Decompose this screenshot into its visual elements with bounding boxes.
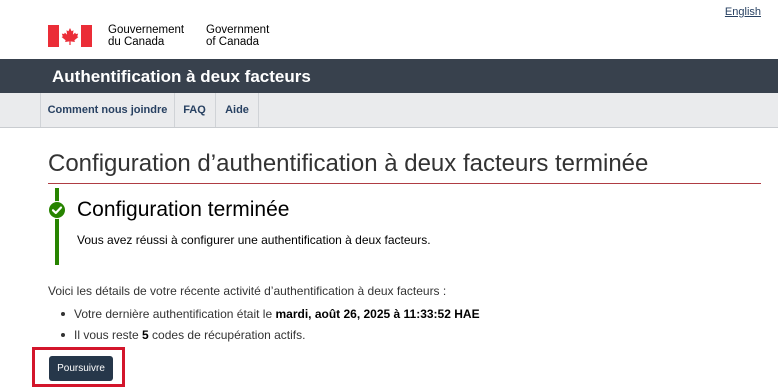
success-alert-bar xyxy=(55,188,59,265)
codes-suffix: codes de récupération actifs. xyxy=(148,328,306,342)
activity-details-list: Votre dernière authentification était le… xyxy=(48,304,480,346)
signature-en-line2: of Canada xyxy=(206,36,260,48)
page-title: Configuration d’authentification à deux … xyxy=(48,150,649,177)
success-alert-message: Vous avez réussi à configurer une authen… xyxy=(77,233,431,247)
recovery-codes-count: 5 xyxy=(142,328,149,342)
last-auth-prefix: Votre dernière authentification était le xyxy=(74,307,276,321)
recovery-codes-item: Il vous reste 5 codes de récupération ac… xyxy=(48,325,480,346)
success-alert-heading: Configuration terminée xyxy=(77,198,290,221)
check-circle-icon xyxy=(48,201,66,219)
signature-fr-line2: du Canada xyxy=(108,36,165,48)
title-underline xyxy=(48,183,761,184)
activity-intro: Voici les détails de votre récente activ… xyxy=(48,284,447,298)
nav-item-contact[interactable]: Comment nous joindre xyxy=(40,93,175,127)
app-title-bar: Authentification à deux facteurs xyxy=(0,59,778,93)
continue-button[interactable]: Poursuivre xyxy=(49,356,113,381)
last-auth-value: mardi, août 26, 2025 à 11:33:52 HAE xyxy=(275,307,480,321)
last-authentication-item: Votre dernière authentification était le… xyxy=(48,304,480,325)
signature-fr-line1: Gouvernement xyxy=(108,24,185,36)
nav-item-help[interactable]: Aide xyxy=(216,93,259,127)
canada-flag-icon xyxy=(48,25,92,47)
signature-french: Gouvernement du Canada xyxy=(108,24,184,48)
language-toggle-link[interactable]: English xyxy=(725,6,761,18)
signature-english: Government of Canada xyxy=(206,24,269,48)
app-title: Authentification à deux facteurs xyxy=(52,67,311,86)
main-nav: Comment nous joindre FAQ Aide xyxy=(0,93,778,128)
codes-prefix: Il vous reste xyxy=(74,328,143,342)
signature-en-line1: Government xyxy=(206,24,270,36)
nav-item-faq[interactable]: FAQ xyxy=(174,93,216,127)
